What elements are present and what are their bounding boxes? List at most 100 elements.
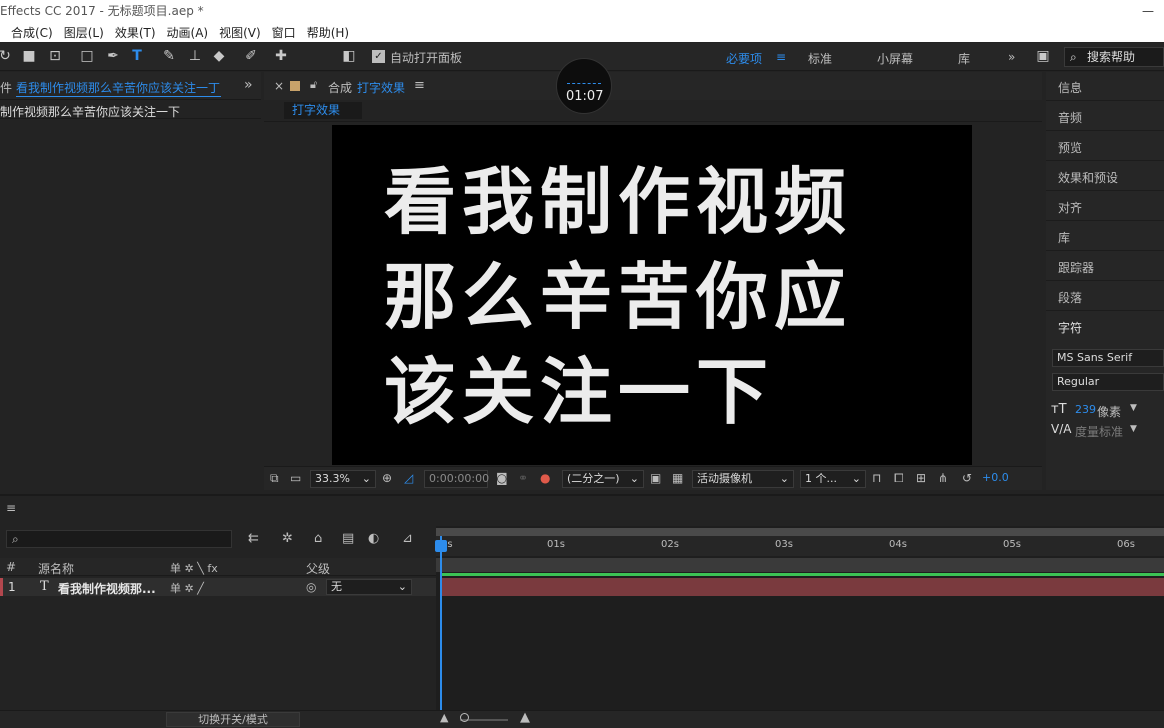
comp-breadcrumb-chip[interactable]: 打字效果	[284, 102, 362, 119]
workspace-menu-icon[interactable]: ≡	[776, 50, 786, 64]
fast-previews-icon[interactable]: ⧠	[894, 471, 904, 486]
reset-exposure-icon[interactable]: ↺	[962, 471, 972, 485]
composition-viewer[interactable]: 看我制作视频 那么辛苦你应 该关注一下	[332, 125, 972, 465]
snapshot-icon[interactable]: ◙	[496, 471, 508, 485]
show-snapshot-icon[interactable]: ⚭	[518, 471, 528, 485]
comp-menu-icon[interactable]: ≡	[414, 78, 425, 93]
more-workspaces-icon[interactable]: »	[1008, 50, 1015, 64]
type-tool-icon[interactable]: T	[128, 47, 146, 65]
pan-behind-tool-icon[interactable]: ⊡	[46, 47, 64, 65]
panel-preview[interactable]: 预览	[1058, 139, 1082, 156]
toggle-switches-modes-button[interactable]: 切换开关/模式	[166, 712, 300, 727]
menu-layer[interactable]: 图层(L)	[64, 24, 104, 41]
workspace-standard[interactable]: 标准	[808, 50, 832, 67]
lock-icon[interactable]: 🔓︎	[310, 78, 317, 92]
pen-tool-icon[interactable]: ✒	[104, 47, 122, 65]
workspace-small-screen[interactable]: 小屏幕	[877, 50, 913, 67]
camera-select[interactable]: 活动摄像机 ⌄	[692, 470, 794, 488]
panel-overflow-icon[interactable]: »	[244, 77, 253, 93]
parent-select[interactable]: 无 ⌄	[326, 579, 412, 595]
panel-character[interactable]: 字符	[1058, 319, 1082, 336]
time-ruler[interactable]	[436, 536, 1164, 556]
zoom-in-icon[interactable]: ▲	[520, 710, 530, 725]
font-family-select[interactable]: MS Sans Serif	[1052, 349, 1164, 367]
mask-visibility-icon[interactable]: ◿	[404, 471, 413, 485]
menu-help[interactable]: 帮助(H)	[307, 24, 349, 41]
draft-3d-icon[interactable]: ✲	[282, 531, 293, 546]
workspace-switch-icon[interactable]: ▣	[1034, 47, 1052, 65]
graph-editor-icon[interactable]: ⊿	[402, 531, 413, 546]
chevron-down-icon[interactable]: ▼	[1130, 403, 1137, 413]
rotate-tool-icon[interactable]: ↻	[0, 47, 14, 65]
minimize-button[interactable]: —	[1142, 0, 1154, 22]
resolution-select[interactable]: (二分之一) ⌄	[562, 470, 644, 488]
search-help-input[interactable]: ⌕ 搜索帮助	[1064, 47, 1164, 67]
region-of-interest-icon[interactable]: ▣	[650, 471, 661, 485]
work-area-bar[interactable]	[436, 528, 1164, 536]
clone-stamp-tool-icon[interactable]: ⊥	[186, 47, 204, 65]
auto-open-checkbox[interactable]: ✓	[372, 50, 385, 63]
zoom-slider-thumb[interactable]	[460, 713, 469, 722]
table-row[interactable]: 1 T 看我制作视频那... 单 ✲ ╱ ◎ 无 ⌄	[0, 578, 436, 596]
pick-whip-icon[interactable]: ◎	[306, 580, 316, 594]
motion-blur-icon[interactable]: ◐	[368, 531, 379, 546]
workspace-essentials[interactable]: 必要项	[726, 50, 762, 67]
monitor-icon[interactable]: ▭	[290, 471, 301, 485]
timeline-menu-icon[interactable]: ≡	[6, 501, 16, 515]
menu-view[interactable]: 视图(V)	[219, 24, 261, 41]
panel-libraries[interactable]: 库	[1058, 229, 1070, 246]
menu-effect[interactable]: 效果(T)	[115, 24, 156, 41]
panel-audio[interactable]: 音频	[1058, 109, 1082, 126]
comp-tab-name[interactable]: 打字效果	[357, 79, 405, 96]
composition-tab-bar: × 🔓︎ 合成 打字效果 ≡	[264, 72, 1042, 100]
layer-name[interactable]: 看我制作视频那...	[58, 580, 156, 597]
panel-info[interactable]: 信息	[1058, 79, 1082, 96]
panel-paragraph[interactable]: 段落	[1058, 289, 1082, 306]
eraser-tool-icon[interactable]: ◆	[210, 47, 228, 65]
shy-layers-icon[interactable]: ⌂	[314, 531, 322, 546]
chevron-down-icon: ⌄	[851, 472, 861, 485]
workspace-library[interactable]: 库	[958, 50, 970, 67]
menu-window[interactable]: 窗口	[272, 24, 296, 41]
comp-mini-flowchart-icon[interactable]: ⇇	[248, 531, 259, 546]
font-style-select[interactable]: Regular	[1052, 373, 1164, 391]
channel-icon[interactable]: ●	[540, 471, 550, 485]
rectangle-tool-icon[interactable]: □	[78, 47, 96, 65]
effect-controls-layer-tab[interactable]: 看我制作视频那么辛苦你应该关注一丁	[16, 79, 221, 97]
layer-switches[interactable]: 单 ✲ ╱	[170, 580, 204, 596]
menu-animation[interactable]: 动画(A)	[167, 24, 209, 41]
font-size-value[interactable]: 239	[1075, 403, 1096, 416]
playhead[interactable]	[440, 536, 442, 710]
close-icon[interactable]: ×	[274, 79, 284, 93]
views-select[interactable]: 1 个... ⌄	[800, 470, 866, 488]
panel-align[interactable]: 对齐	[1058, 199, 1082, 216]
layer-duration-bar[interactable]	[440, 578, 1164, 596]
roto-brush-tool-icon[interactable]: ✐	[242, 47, 260, 65]
exposure-value[interactable]: +0.0	[982, 471, 1009, 484]
panel-tracker[interactable]: 跟踪器	[1058, 259, 1094, 276]
flowchart-icon[interactable]: ⋔	[938, 471, 948, 485]
auto-open-label: 自动打开面板	[390, 51, 463, 65]
transparency-grid-icon[interactable]: ▦	[672, 471, 683, 485]
brush-tool-icon[interactable]: ✎	[160, 47, 178, 65]
playhead-handle[interactable]	[435, 540, 447, 552]
timeline-search-input[interactable]: ⌕	[6, 530, 232, 548]
menu-composition[interactable]: 合成(C)	[11, 24, 53, 41]
chevron-down-icon[interactable]: ▼	[1130, 424, 1137, 434]
timeline-link-icon[interactable]: ⊞	[916, 471, 926, 485]
frame-blending-icon[interactable]: ▤	[342, 531, 354, 546]
chevron-down-icon: ⌄	[629, 472, 639, 485]
grid-guide-icon[interactable]: ⊕	[382, 471, 392, 485]
puppet-pin-tool-icon[interactable]: ✚	[272, 47, 290, 65]
kerning-value[interactable]: 度量标准	[1075, 423, 1123, 440]
panel-effects-presets[interactable]: 效果和预设	[1058, 169, 1118, 186]
zoom-select[interactable]: 33.3% ⌄	[310, 470, 376, 488]
camera-tool-icon[interactable]: ■	[20, 47, 38, 65]
toggle-pixel-aspect-icon[interactable]: ⊓	[872, 471, 881, 485]
zoom-out-icon[interactable]: ▲	[440, 711, 448, 724]
divider	[1046, 220, 1164, 221]
ruler-tick: 04s	[889, 539, 907, 550]
timecode-field[interactable]: 0:00:00:00	[424, 470, 489, 488]
always-preview-icon[interactable]: ⧉	[270, 471, 279, 486]
panel-toggle-icon[interactable]: ◧	[340, 47, 358, 65]
